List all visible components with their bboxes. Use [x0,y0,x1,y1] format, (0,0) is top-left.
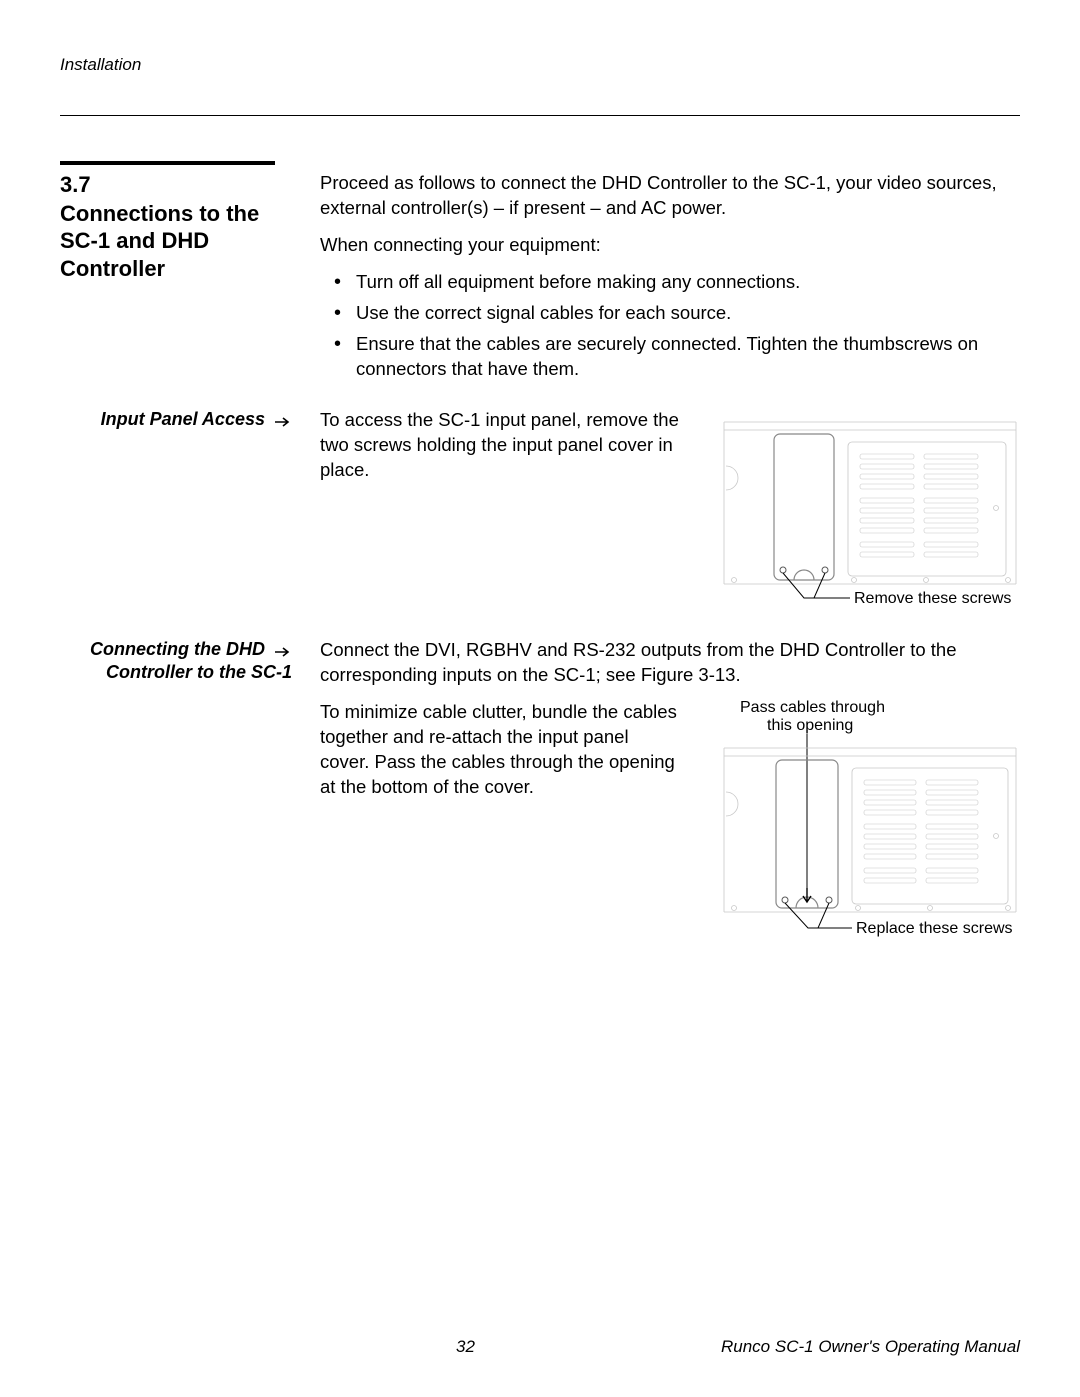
sub-body: Connect the DVI, RGBHV and RS-232 output… [298,638,1020,960]
bullet-item: Use the correct signal cables for each s… [340,301,1020,326]
bullet-item: Ensure that the cables are securely conn… [340,332,1020,382]
sub-body: To access the SC-1 input panel, remove t… [298,408,1020,618]
sub2-para2: To minimize cable clutter, bundle the ca… [320,700,682,960]
doc-title: Runco SC-1 Owner's Operating Manual [721,1337,1020,1357]
section-rule [60,161,275,165]
page-number: 32 [210,1337,721,1357]
pointer-arrow-icon [274,646,292,658]
callout-top-line2: this opening [767,717,853,734]
figure-cable-opening: Pass cables through this opening [700,700,1020,960]
section-body-col: Proceed as follows to connect the DHD Co… [298,171,1020,396]
intro-para-1: Proceed as follows to connect the DHD Co… [320,171,1020,221]
callout-bottom: Replace these screws [856,920,1013,937]
intro-para-2: When connecting your equipment: [320,233,1020,258]
section-content: 3.7 Connections to the SC-1 and DHD Cont… [60,171,1020,396]
sub2-para1: Connect the DVI, RGBHV and RS-232 output… [320,638,1020,688]
section-number: 3.7 [60,171,298,200]
section-title: Connections to the SC-1 and DHD Controll… [60,200,298,283]
sub-label-line1: Connecting the DHD [90,639,265,659]
sub-label: Connecting the DHD Controller to the SC-… [60,638,298,685]
header-rule [60,115,1020,116]
section-heading-col: 3.7 Connections to the SC-1 and DHD Cont… [60,171,298,292]
pointer-arrow-icon [274,416,292,428]
sub-label-line2: Controller to the SC-1 [106,662,292,682]
figure-input-panel: Remove these screws [720,408,1020,618]
sub-label-text: Input Panel Access [101,409,265,429]
sub-label: Input Panel Access [60,408,298,431]
chapter-header: Installation [60,55,1020,75]
subsection-connecting-dhd: Connecting the DHD Controller to the SC-… [60,638,1020,960]
bullet-list: Turn off all equipment before making any… [320,270,1020,382]
subsection-input-panel-access: Input Panel Access To access the SC-1 in… [60,408,1020,618]
callout-top-line1: Pass cables through [740,700,885,716]
bullet-item: Turn off all equipment before making any… [340,270,1020,295]
sub-text: To access the SC-1 input panel, remove t… [320,408,702,618]
callout-text: Remove these screws [854,590,1011,607]
page-footer: 32 Runco SC-1 Owner's Operating Manual [60,1337,1020,1357]
